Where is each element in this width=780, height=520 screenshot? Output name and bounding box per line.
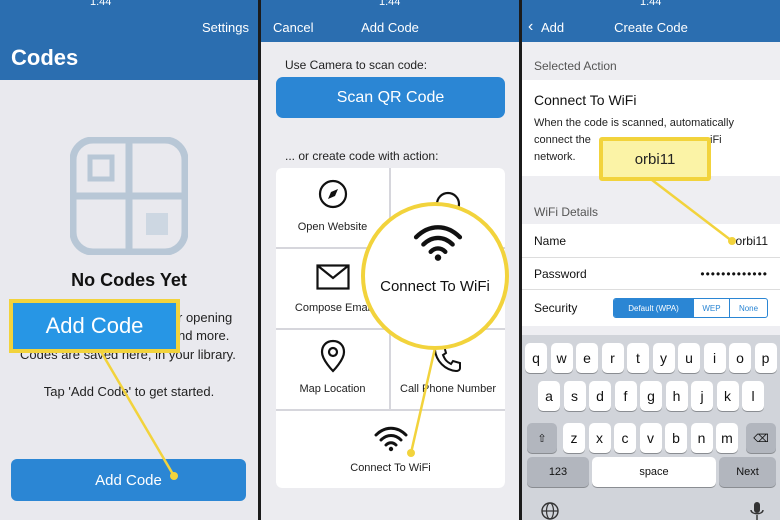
security-segmented-control[interactable]: Default (WPA) WEP None — [613, 298, 768, 318]
selected-action-header: Selected Action — [534, 59, 617, 73]
codes-screen: 1:44 Settings Codes No Codes Yet r openi… — [0, 0, 258, 520]
add-code-screen: 1:44 Cancel Add Code Use Camera to scan … — [261, 0, 519, 520]
keyboard: qwertyuiop asdfghjkl zxcvbnm ⇧ ⌫ 123 spa… — [522, 335, 780, 520]
key-j[interactable]: j — [691, 381, 713, 411]
wifi-icon — [413, 225, 463, 261]
key-n[interactable]: n — [690, 423, 713, 453]
create-label: ... or create code with action: — [285, 149, 439, 163]
status-time: 1:44 — [640, 0, 662, 8]
empty-desc-line2: nd more. — [178, 328, 230, 343]
status-time: 1:44 — [90, 0, 112, 8]
scan-qr-button[interactable]: Scan QR Code — [276, 77, 505, 118]
key-h[interactable]: h — [665, 381, 688, 411]
key-c[interactable]: c — [614, 423, 636, 453]
nav-title: Create Code — [614, 20, 688, 35]
key-l[interactable]: l — [742, 381, 764, 411]
microphone-icon[interactable] — [750, 501, 764, 520]
key-f[interactable]: f — [614, 381, 637, 411]
key-k[interactable]: k — [716, 381, 739, 411]
nav-bar: 1:44 ‹ Add Create Code — [522, 0, 780, 42]
empty-hint: Tap 'Add Code' to get started. — [43, 384, 215, 399]
action-label: Call Phone Number — [400, 383, 496, 395]
camera-label: Use Camera to scan code: — [285, 58, 428, 72]
nav-bar: 1:44 Cancel Add Code — [261, 0, 519, 42]
action-label: Connect To WiFi — [350, 462, 431, 474]
key-d[interactable]: d — [589, 381, 611, 411]
next-key[interactable]: Next — [719, 457, 776, 487]
key-u[interactable]: u — [678, 343, 700, 373]
add-code-button[interactable]: Add Code — [11, 459, 246, 501]
wifi-magnifier-callout: Connect To WiFi — [361, 202, 509, 350]
key-i[interactable]: i — [703, 343, 726, 373]
page-title: Codes — [11, 45, 79, 70]
action-label: Compose Emai — [294, 302, 371, 314]
name-row[interactable]: Name orbi11 — [522, 224, 780, 258]
delete-key[interactable]: ⌫ — [746, 423, 776, 453]
key-x[interactable]: x — [588, 423, 611, 453]
qr-code-placeholder-icon — [70, 137, 188, 255]
security-option-wep[interactable]: WEP — [694, 299, 730, 317]
wifi-details-header: WiFi Details — [534, 205, 599, 219]
empty-state-title: No Codes Yet — [71, 270, 187, 290]
action-desc-line1: When the code is scanned, automatically — [534, 117, 734, 129]
key-b[interactable]: b — [665, 423, 687, 453]
empty-desc-line1: r opening — [178, 310, 233, 325]
key-z[interactable]: z — [563, 423, 585, 453]
name-label: Name — [534, 233, 567, 248]
key-r[interactable]: r — [601, 343, 624, 373]
key-w[interactable]: w — [550, 343, 573, 373]
key-e[interactable]: e — [576, 343, 598, 373]
security-option-wpa[interactable]: Default (WPA) — [614, 299, 694, 317]
map-pin-icon — [320, 339, 345, 373]
screenshot-collage: 1:44 Settings Codes No Codes Yet r openi… — [0, 0, 780, 520]
action-map-location[interactable]: Map Location — [276, 330, 389, 409]
key-y[interactable]: y — [652, 343, 675, 373]
nav-bar: 1:44 Settings Codes — [0, 0, 258, 80]
password-value[interactable]: ••••••••••••• — [700, 267, 768, 281]
password-row[interactable]: Password ••••••••••••• — [522, 258, 780, 290]
action-label: Open Website — [297, 221, 368, 233]
action-desc-line2b: iFi — [710, 134, 722, 146]
action-desc-line3: network. — [534, 151, 576, 163]
space-key[interactable]: space — [592, 457, 716, 487]
nav-title: Add Code — [361, 20, 419, 35]
key-p[interactable]: p — [754, 343, 777, 373]
numbers-key[interactable]: 123 — [527, 457, 589, 487]
status-time: 1:44 — [379, 0, 401, 8]
security-option-none[interactable]: None — [730, 299, 767, 317]
add-code-callout: Add Code — [9, 299, 180, 353]
key-t[interactable]: t — [627, 343, 649, 373]
key-g[interactable]: g — [640, 381, 662, 411]
action-label: Map Location — [299, 383, 366, 395]
action-connect-wifi[interactable]: Connect To WiFi — [276, 411, 505, 488]
create-code-screen: 1:44 ‹ Add Create Code Selected Action C… — [522, 0, 780, 520]
security-label: Security — [534, 301, 578, 315]
settings-button[interactable]: Settings — [202, 20, 249, 35]
compass-icon — [318, 179, 347, 209]
wifi-icon — [374, 426, 407, 452]
action-desc-line2a: connect the — [534, 134, 591, 146]
key-q[interactable]: q — [525, 343, 547, 373]
name-value[interactable]: orbi11 — [736, 234, 768, 248]
action-title: Connect To WiFi — [534, 92, 637, 108]
password-label: Password — [534, 266, 587, 281]
globe-icon[interactable] — [540, 501, 560, 520]
magnifier-label: Connect To WiFi — [380, 278, 490, 295]
key-s[interactable]: s — [563, 381, 586, 411]
key-v[interactable]: v — [639, 423, 662, 453]
key-o[interactable]: o — [729, 343, 751, 373]
envelope-icon — [315, 264, 350, 290]
shift-key[interactable]: ⇧ — [527, 423, 557, 453]
key-m[interactable]: m — [716, 423, 738, 453]
network-name-callout: orbi11 — [599, 137, 711, 181]
key-a[interactable]: a — [538, 381, 560, 411]
